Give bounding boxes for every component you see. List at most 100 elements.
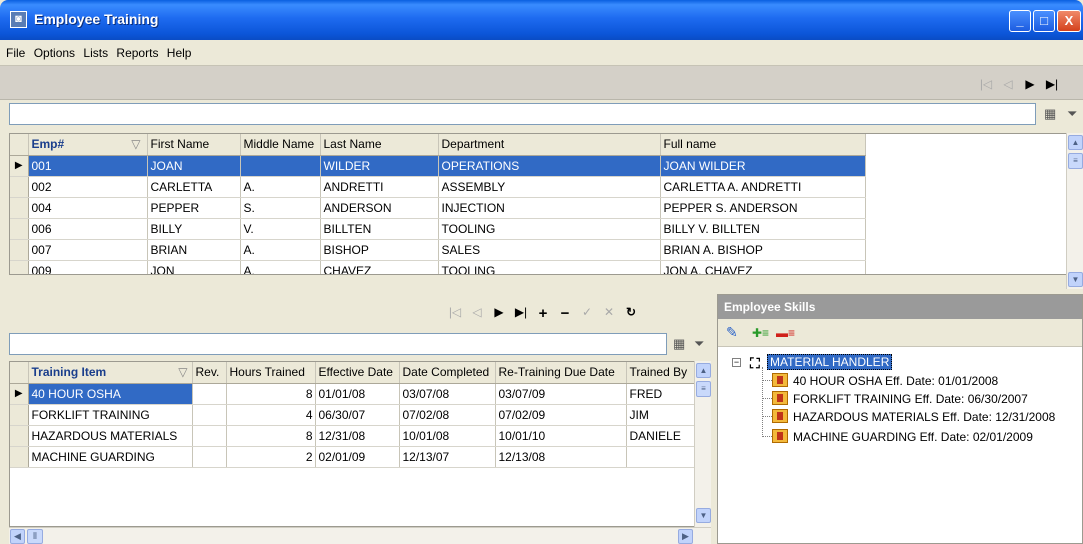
delete-record-button[interactable]: − xyxy=(554,305,576,322)
tree-collapse-icon[interactable]: − xyxy=(732,358,741,367)
training-filter-input[interactable] xyxy=(9,333,667,355)
add-skill-icon[interactable]: ✚≡ xyxy=(752,326,769,340)
table-cell[interactable]: SALES xyxy=(438,239,661,261)
table-cell[interactable]: 10/01/08 xyxy=(399,425,496,447)
first-record-button[interactable]: |◁ xyxy=(975,77,997,91)
employee-grid-vertical-scrollbar[interactable]: ▲ ≡ ▼ xyxy=(1066,133,1083,289)
column-header[interactable]: Middle Name xyxy=(240,134,321,156)
table-cell[interactable]: FRED xyxy=(626,383,697,405)
grid-options-icon[interactable]: ▦ xyxy=(1044,106,1056,122)
table-cell[interactable] xyxy=(192,404,227,426)
table-cell[interactable]: JON A. CHAVEZ xyxy=(660,260,866,274)
table-cell[interactable]: PEPPER S. ANDERSON xyxy=(660,197,866,219)
first-record-button[interactable]: |◁ xyxy=(444,305,466,322)
table-row[interactable]: 006 BILLY V. BILLTEN TOOLING BILLY V. BI… xyxy=(10,218,866,240)
table-cell[interactable]: PEPPER xyxy=(147,197,241,219)
edit-skill-icon[interactable]: ✎ xyxy=(726,324,738,341)
insert-record-button[interactable]: + xyxy=(532,305,554,322)
table-cell[interactable]: A. xyxy=(240,260,321,274)
table-row[interactable]: ▶ 40 HOUR OSHA 8 01/01/08 03/07/08 03/07… xyxy=(10,383,697,405)
scroll-thumb[interactable]: ≡ xyxy=(696,381,711,397)
table-cell[interactable]: CARLETTA A. ANDRETTI xyxy=(660,176,866,198)
table-cell[interactable]: WILDER xyxy=(320,155,439,177)
table-cell[interactable]: A. xyxy=(240,176,321,198)
scroll-thumb[interactable]: ≡ xyxy=(1068,153,1083,169)
training-grid-vertical-scrollbar[interactable]: ▲ ≡ ▼ xyxy=(694,361,711,527)
cancel-edit-button[interactable]: ✕ xyxy=(598,305,620,322)
training-grid-horizontal-scrollbar[interactable]: ◀ ⦀ ▶ xyxy=(9,527,711,544)
column-header[interactable]: Training Item ▽ xyxy=(28,362,193,384)
column-header[interactable]: Full name xyxy=(660,134,866,156)
tree-node-skill[interactable]: 40 HOUR OSHA Eff. Date: 01/01/2008 xyxy=(772,373,1000,388)
table-cell[interactable]: 01/01/08 xyxy=(315,383,400,405)
table-cell[interactable]: 8 xyxy=(226,383,316,405)
table-cell[interactable]: BILLY xyxy=(147,218,241,240)
column-header[interactable]: Date Completed xyxy=(399,362,496,384)
scroll-thumb[interactable]: ⦀ xyxy=(27,529,43,544)
table-cell[interactable]: S. xyxy=(240,197,321,219)
table-cell[interactable]: 001 xyxy=(28,155,148,177)
scroll-down-icon[interactable]: ▼ xyxy=(1068,272,1083,287)
table-cell[interactable]: ANDERSON xyxy=(320,197,439,219)
table-cell[interactable]: ASSEMBLY xyxy=(438,176,661,198)
remove-skill-icon[interactable]: ▬≡ xyxy=(776,326,795,340)
table-row[interactable]: 009 JON A. CHAVEZ TOOLING JON A. CHAVEZ xyxy=(10,260,866,274)
table-cell[interactable]: 07/02/09 xyxy=(495,404,627,426)
column-header[interactable]: Effective Date xyxy=(315,362,400,384)
table-cell[interactable]: 007 xyxy=(28,239,148,261)
table-cell[interactable]: MACHINE GUARDING xyxy=(28,446,193,468)
table-cell[interactable]: 10/01/10 xyxy=(495,425,627,447)
tree-node-skill[interactable]: MACHINE GUARDING Eff. Date: 02/01/2009 xyxy=(772,429,1035,444)
table-cell[interactable]: JOAN xyxy=(147,155,241,177)
column-header[interactable]: Trained By xyxy=(626,362,697,384)
column-header[interactable]: Emp# ▽ xyxy=(28,134,148,156)
table-cell[interactable]: 03/07/08 xyxy=(399,383,496,405)
table-row[interactable]: ▶ 001 JOAN WILDER OPERATIONS JOAN WILDER xyxy=(10,155,866,177)
menu-help[interactable]: Help xyxy=(167,40,192,60)
table-cell[interactable] xyxy=(192,446,227,468)
table-row[interactable]: 007 BRIAN A. BISHOP SALES BRIAN A. BISHO… xyxy=(10,239,866,261)
table-cell[interactable]: 06/30/07 xyxy=(315,404,400,426)
table-cell[interactable]: 12/13/08 xyxy=(495,446,627,468)
next-record-button[interactable]: ▶ xyxy=(488,305,510,322)
prior-record-button[interactable]: ◁ xyxy=(997,77,1019,91)
filter-icon[interactable]: ⏷ xyxy=(694,336,704,352)
menu-lists[interactable]: Lists xyxy=(83,40,108,60)
table-cell[interactable] xyxy=(240,155,321,177)
table-cell[interactable]: 02/01/09 xyxy=(315,446,400,468)
next-record-button[interactable]: ▶ xyxy=(1019,77,1041,91)
column-header[interactable]: First Name xyxy=(147,134,241,156)
menu-options[interactable]: Options xyxy=(34,40,75,60)
table-cell[interactable]: FORKLIFT TRAINING xyxy=(28,404,193,426)
table-row[interactable]: 002 CARLETTA A. ANDRETTI ASSEMBLY CARLET… xyxy=(10,176,866,198)
column-header[interactable]: Last Name xyxy=(320,134,439,156)
scroll-right-icon[interactable]: ▶ xyxy=(678,529,693,544)
table-row[interactable]: FORKLIFT TRAINING 4 06/30/07 07/02/08 07… xyxy=(10,404,697,426)
table-cell[interactable]: HAZARDOUS MATERIALS xyxy=(28,425,193,447)
table-cell[interactable]: 03/07/09 xyxy=(495,383,627,405)
table-row[interactable]: HAZARDOUS MATERIALS 8 12/31/08 10/01/08 … xyxy=(10,425,697,447)
table-cell[interactable]: 009 xyxy=(28,260,148,274)
tree-node-skill[interactable]: HAZARDOUS MATERIALS Eff. Date: 12/31/200… xyxy=(772,409,1057,424)
table-cell[interactable]: V. xyxy=(240,218,321,240)
employee-filter-input[interactable] xyxy=(9,103,1036,125)
table-cell[interactable]: 8 xyxy=(226,425,316,447)
table-cell[interactable] xyxy=(192,383,227,405)
tree-node-skill[interactable]: FORKLIFT TRAINING Eff. Date: 06/30/2007 xyxy=(772,391,1030,406)
table-cell[interactable]: OPERATIONS xyxy=(438,155,661,177)
table-cell[interactable]: 12/13/07 xyxy=(399,446,496,468)
column-header[interactable]: Department xyxy=(438,134,661,156)
table-cell[interactable]: BISHOP xyxy=(320,239,439,261)
table-cell[interactable]: 12/31/08 xyxy=(315,425,400,447)
scroll-up-icon[interactable]: ▲ xyxy=(1068,135,1083,150)
scroll-up-icon[interactable]: ▲ xyxy=(696,363,711,378)
table-cell[interactable] xyxy=(192,425,227,447)
refresh-button[interactable]: ↻ xyxy=(620,305,642,322)
table-cell[interactable]: JIM xyxy=(626,404,697,426)
table-cell[interactable]: DANIELE xyxy=(626,425,697,447)
table-cell[interactable]: 004 xyxy=(28,197,148,219)
table-cell[interactable]: ANDRETTI xyxy=(320,176,439,198)
post-edit-button[interactable]: ✓ xyxy=(576,305,598,322)
scroll-left-icon[interactable]: ◀ xyxy=(10,529,25,544)
table-cell[interactable] xyxy=(626,446,697,468)
